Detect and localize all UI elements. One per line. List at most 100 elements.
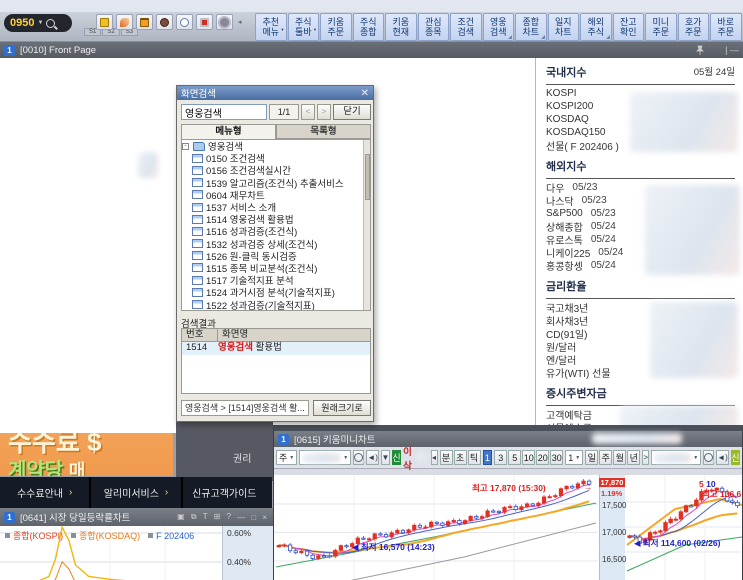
toolbar-button[interactable]: 영웅 검색 bbox=[482, 13, 514, 41]
unit-button[interactable]: 주 bbox=[599, 450, 613, 465]
toolbar-buttons: 추천메뉴주식툴바키움주문주식종합키움현재관심종목조건검색영웅검색종합차트일지차트… bbox=[255, 13, 743, 41]
collapse-arrow-icon[interactable]: ◂ bbox=[238, 18, 242, 26]
bottom-nav: 수수료안내 › 알리미서비스 › 신규고객가이드 bbox=[0, 477, 272, 508]
screen-icon bbox=[192, 178, 203, 188]
unit-button[interactable]: 일 bbox=[585, 450, 599, 465]
kiwoom-hts-screen: 0950 ▼ S1S2S3 ◂ 추천메뉴주식툴바키움주문주식종합키움현재관심종목… bbox=[0, 0, 743, 580]
table-row[interactable]: 1514 영웅검색 활용법 bbox=[182, 342, 370, 355]
screen-icon bbox=[192, 287, 203, 297]
screen-code-input[interactable]: 0950 ▼ bbox=[4, 14, 72, 32]
tree-scrollbar[interactable] bbox=[363, 140, 370, 310]
screen-code[interactable]: 0950 bbox=[10, 17, 34, 29]
original-size-button[interactable]: 원래크기로 bbox=[313, 400, 371, 416]
nav-item[interactable]: 수수료안내 › bbox=[0, 477, 90, 508]
minute-buttons: 3 5 10 20 30 bbox=[494, 450, 564, 465]
monitor-icon[interactable] bbox=[196, 14, 213, 30]
brush-icon[interactable] bbox=[116, 14, 133, 30]
speaker-icon[interactable]: ◄) bbox=[366, 450, 379, 465]
tab-menu-type[interactable]: 메뉴형 bbox=[181, 124, 276, 139]
scrollbar-thumb[interactable] bbox=[365, 154, 370, 200]
tree-item[interactable]: 1522 성과검증(기술적지표) bbox=[182, 298, 370, 310]
stock-code-combo[interactable]: ▼ bbox=[299, 450, 352, 465]
window-0615-title: [0615] 키움미니차트 bbox=[294, 435, 376, 446]
minute-button[interactable]: 10 bbox=[522, 450, 536, 465]
intraday-change-chart: 종합(KOSPI) 종합(KOSDAQ) F 202406 0.60% 0.40% bbox=[0, 526, 273, 580]
toolbar-button[interactable]: 조건 검색 bbox=[450, 13, 482, 41]
window-icon: 1 bbox=[278, 433, 289, 445]
toolbar-button[interactable]: 키움 주문 bbox=[320, 13, 352, 41]
dialog-titlebar[interactable]: 화면검색 ✕ bbox=[177, 86, 373, 100]
table-header: 번호 화면명 bbox=[182, 329, 370, 342]
chart-panes: 17,500 17,000 16,500 17,870 1.19% 최고 17,… bbox=[274, 475, 742, 580]
tick-combo[interactable]: 1 ▼ bbox=[565, 450, 584, 465]
screen-icon bbox=[192, 239, 203, 249]
minute-1-button[interactable]: 1 bbox=[482, 450, 493, 465]
screen-icon bbox=[192, 300, 203, 310]
more-button[interactable]: > bbox=[642, 450, 650, 465]
toolbar-button[interactable]: 일지 차트 bbox=[547, 13, 579, 41]
close-icon[interactable]: ✕ bbox=[361, 88, 369, 99]
stock-code-combo-2[interactable]: ▼ bbox=[651, 450, 702, 465]
search-icon[interactable] bbox=[46, 18, 56, 28]
chevron-down-icon[interactable]: ▼ bbox=[37, 20, 43, 26]
left-arrow-icon[interactable]: ◂ bbox=[430, 450, 438, 465]
period-combo[interactable]: 주 ▼ bbox=[276, 450, 298, 465]
lock-icon[interactable] bbox=[136, 14, 153, 30]
save-icon[interactable] bbox=[96, 14, 113, 30]
screen-icon bbox=[192, 153, 203, 163]
toolbar-button[interactable]: 종합 차트 bbox=[515, 13, 547, 41]
unit-button[interactable]: 년 bbox=[627, 450, 641, 465]
window-controls[interactable]: — □ × bbox=[237, 513, 269, 522]
period-tab[interactable]: 초 bbox=[453, 450, 467, 465]
search-result-tree: - 영웅검색 0150 조건검색 0156 조건검색실시간 1539 알고리즘(조건식… bbox=[181, 139, 371, 311]
toolbar-button[interactable]: 주식 툴바 bbox=[287, 13, 319, 41]
arrow-right-icon: → bbox=[584, 482, 593, 492]
search-icon[interactable] bbox=[703, 450, 715, 465]
minute-button[interactable]: 30 bbox=[550, 450, 564, 465]
window-0615-titlebar[interactable]: 1 [0615] 키움미니차트 bbox=[274, 431, 742, 447]
toolbar-button[interactable]: 관심 종목 bbox=[417, 13, 449, 41]
search-icon[interactable] bbox=[353, 450, 365, 465]
blurred-name bbox=[417, 452, 429, 463]
speaker-icon[interactable]: ◄) bbox=[716, 450, 729, 465]
minute-button[interactable]: 20 bbox=[536, 450, 550, 465]
toolbar-button[interactable]: 잔고 확인 bbox=[612, 13, 644, 41]
toolbar-button[interactable]: 추천 메뉴 bbox=[255, 13, 287, 41]
tab-list-type[interactable]: 목록형 bbox=[276, 124, 371, 139]
last-price-badge: 17,870 bbox=[599, 478, 625, 487]
toolbar-button[interactable]: 호가 주문 bbox=[677, 13, 709, 41]
section-market-funds: 증시주변자금 bbox=[546, 385, 735, 406]
prev-button[interactable]: < bbox=[301, 104, 315, 120]
window-tool-icons[interactable]: ▣ ⧉ T ⊞ ? bbox=[177, 512, 233, 522]
collapse-box-icon[interactable]: - bbox=[182, 142, 189, 150]
search-input[interactable] bbox=[181, 104, 267, 120]
legend-marker-icon bbox=[5, 533, 10, 538]
clock-icon[interactable] bbox=[176, 14, 193, 30]
pin-icon[interactable] bbox=[695, 45, 705, 55]
toolbar-button[interactable]: 키움 현재 bbox=[385, 13, 417, 41]
period-tab[interactable]: 틱 bbox=[467, 450, 481, 465]
window-0615-minichart: 1 [0615] 키움미니차트 주 ▼ ▼ ◄) ▼ 신 이삭 ◂ 분초틱 1 3… bbox=[273, 425, 743, 580]
unit-button[interactable]: 월 bbox=[613, 450, 627, 465]
screen-icon bbox=[192, 275, 203, 285]
period-tab[interactable]: 분 bbox=[439, 450, 453, 465]
camera-icon[interactable] bbox=[156, 14, 173, 30]
unit-buttons: 일주월년 bbox=[585, 450, 641, 465]
next-button[interactable]: > bbox=[317, 104, 331, 120]
section-overseas-indices: 해외지수 bbox=[546, 158, 735, 179]
chevron-down-icon[interactable]: ▼ bbox=[380, 450, 390, 465]
close-button[interactable]: 닫기 bbox=[333, 104, 371, 120]
toolbar-button[interactable]: 해외 주식 bbox=[580, 13, 612, 41]
toolbar-button[interactable]: 미니 주문 bbox=[645, 13, 677, 41]
window-0010-titlebar[interactable]: 1 [0010] Front Page | — bbox=[0, 42, 743, 58]
gear-icon[interactable] bbox=[216, 14, 233, 30]
nav-item[interactable]: 신규고객가이드 bbox=[182, 477, 272, 508]
legend-item: 종합(KOSDAQ) bbox=[71, 529, 140, 542]
nav-item[interactable]: 알리미서비스 › bbox=[91, 477, 181, 508]
minimize-icon[interactable]: | — bbox=[725, 45, 739, 55]
window-0641-titlebar[interactable]: 1 [0641] 시장 당일등락률차트 ▣ ⧉ T ⊞ ? — □ × bbox=[0, 508, 273, 526]
minute-button[interactable]: 3 bbox=[494, 450, 508, 465]
toolbar-button[interactable]: 주식 종합 bbox=[352, 13, 384, 41]
toolbar-button[interactable]: 바로 주문 bbox=[710, 13, 742, 41]
minute-button[interactable]: 5 bbox=[508, 450, 522, 465]
